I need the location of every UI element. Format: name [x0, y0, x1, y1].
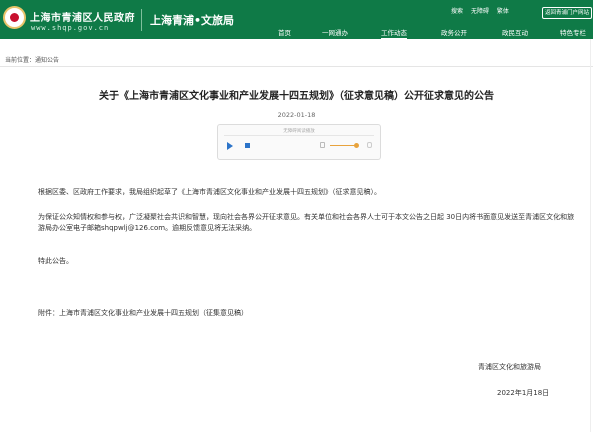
- publish-date: 2022-01-18: [277, 111, 316, 119]
- volume-slider-handle[interactable]: [354, 143, 359, 148]
- volume-max-icon[interactable]: [367, 142, 372, 148]
- nav-item-home[interactable]: 首页: [278, 27, 291, 37]
- traditional-chinese-link[interactable]: 繁体: [497, 8, 509, 15]
- top-tools: 搜索 无障碍 繁体: [451, 6, 515, 15]
- nav-item-services[interactable]: 一网通办: [322, 27, 348, 37]
- play-icon[interactable]: [227, 142, 233, 150]
- nav-item-gov-info[interactable]: 政务公开: [441, 27, 467, 37]
- page-title: 关于《上海市青浦区文化事业和产业发展十四五规划》（征求意见稿）公开征求意见的公告: [99, 91, 494, 102]
- site-url: www.shqp.gov.cn: [31, 24, 110, 32]
- main-nav: 首页 一网通办 工作动态 政务公开 政民互动 特色专栏: [260, 26, 593, 40]
- volume-min-icon[interactable]: [320, 142, 325, 148]
- breadcrumb-divider: [0, 66, 593, 67]
- sign-date: 2022年1月18日: [497, 389, 550, 397]
- player-progress-track[interactable]: [224, 135, 374, 136]
- stop-icon[interactable]: [245, 143, 250, 148]
- bureau-name[interactable]: 上海青浦•文旅局: [150, 12, 234, 28]
- player-label: 无障碍阅读播放: [283, 129, 315, 134]
- issuing-department: 青浦区文化和旅游局: [478, 363, 541, 371]
- article-paragraph-1: 根据区委、区政府工作要求，我局组织起草了《上海市青浦区文化事业和产业发展十四五规…: [38, 188, 381, 196]
- header-divider: [141, 9, 142, 31]
- breadcrumb: 当前位置：通知公告: [5, 57, 60, 64]
- accessibility-link[interactable]: 无障碍: [471, 8, 489, 15]
- article-paragraph-2: 为保证公众知情权和参与权，广泛凝聚社会共识和智慧，现向社会各界公开征求意见。有关…: [38, 213, 575, 232]
- attachment-link[interactable]: 附件：上海市青浦区文化事业和产业发展十四五规划（征集意见稿）: [38, 308, 248, 319]
- return-portal-button[interactable]: 返回青浦门户网站: [542, 7, 592, 19]
- site-name[interactable]: 上海市青浦区人民政府: [30, 9, 135, 24]
- audio-player: 无障碍阅读播放: [217, 124, 381, 160]
- nav-item-special[interactable]: 特色专栏: [560, 27, 586, 37]
- government-emblem-icon[interactable]: [3, 6, 26, 29]
- nav-item-work-news[interactable]: 工作动态: [381, 27, 407, 40]
- nav-item-interaction[interactable]: 政民互动: [502, 27, 528, 37]
- right-border: [590, 39, 591, 432]
- site-header: 上海市青浦区人民政府 www.shqp.gov.cn 上海青浦•文旅局 搜索 无…: [0, 0, 593, 40]
- search-link[interactable]: 搜索: [451, 8, 463, 15]
- article-paragraph-3: 特此公告。: [38, 257, 73, 265]
